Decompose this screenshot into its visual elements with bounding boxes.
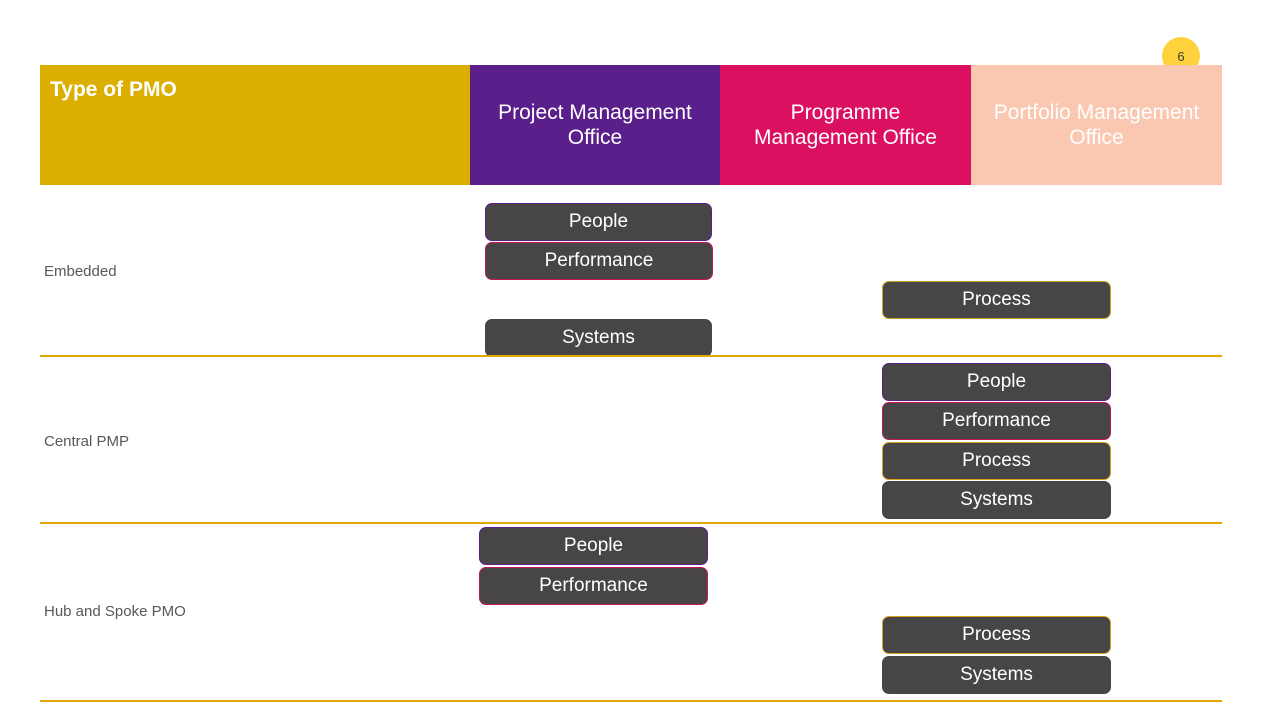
row-divider-2 [40,522,1222,524]
table-header: Type of PMO Project Management Office Pr… [40,65,1222,185]
header-project-label: Project Management Office [498,100,692,149]
cell-hub-project-people: People [479,527,708,565]
header-portfolio-management-office: Portfolio Management Office [971,65,1222,185]
cell-central-portfolio-systems: Systems [882,481,1111,519]
row-label-hub-and-spoke-pmo: Hub and Spoke PMO [44,603,186,620]
header-type-of-pmo: Type of PMO [40,65,470,185]
cell-hub-portfolio-process: Process [882,616,1111,654]
header-type-of-pmo-label: Type of PMO [50,78,177,101]
cell-embedded-project-performance: Performance [485,242,713,280]
cell-embedded-project-systems: Systems [485,319,712,357]
row-divider-3 [40,700,1222,702]
header-programme-management-office: Programme Management Office [720,65,971,185]
cell-central-portfolio-process: Process [882,442,1111,480]
cell-central-portfolio-people: People [882,363,1111,401]
row-label-embedded: Embedded [44,263,117,280]
header-programme-label: Programme Management Office [754,100,937,149]
row-divider-1 [40,355,1222,357]
slide-canvas: 6 Type of PMO Project Management Office … [0,0,1280,720]
cell-hub-portfolio-systems: Systems [882,656,1111,694]
cell-embedded-project-people: People [485,203,712,241]
cell-embedded-portfolio-process: Process [882,281,1111,319]
header-portfolio-label: Portfolio Management Office [993,100,1200,149]
cell-hub-project-performance: Performance [479,567,708,605]
row-label-central-pmp: Central PMP [44,433,130,450]
cell-central-portfolio-performance: Performance [882,402,1111,440]
header-project-management-office: Project Management Office [470,65,720,185]
